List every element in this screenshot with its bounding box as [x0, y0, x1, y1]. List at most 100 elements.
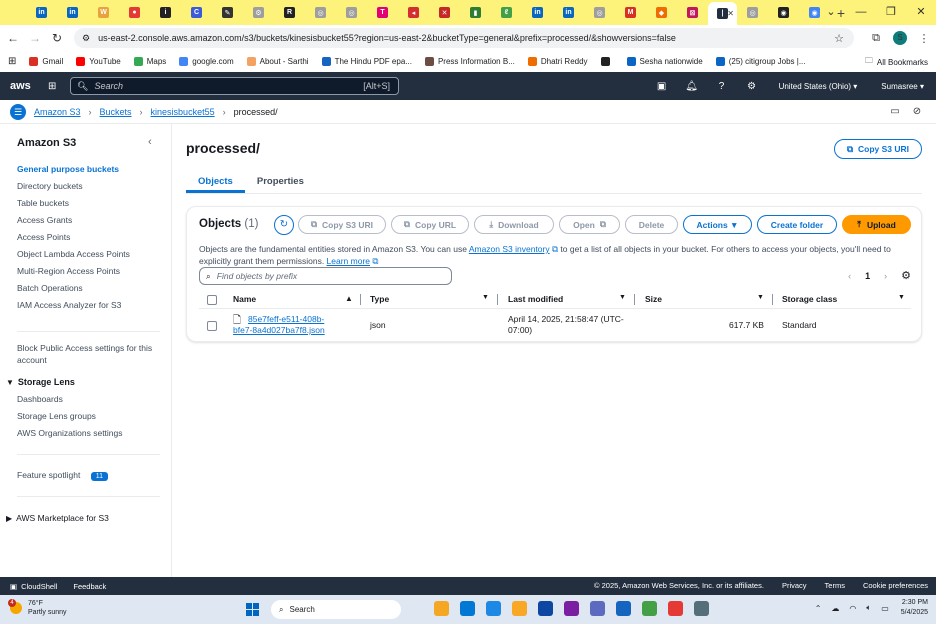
taskbar-app-icon[interactable]	[434, 601, 449, 616]
upload-button[interactable]: ⤒ Upload	[842, 215, 911, 234]
tab-objects[interactable]: Objects	[186, 168, 245, 193]
bookmark-item[interactable]: google.com	[179, 56, 234, 66]
sidebar-item-block-public-access[interactable]: Block Public Access settings for this ac…	[17, 342, 162, 366]
bookmark-item[interactable]: Gmail	[29, 56, 63, 66]
sort-asc-icon[interactable]: ▲	[345, 294, 353, 303]
bookmark-item[interactable]: Dhatri Reddy	[527, 56, 588, 66]
sidebar-item-dashboards[interactable]: Dashboards	[17, 394, 63, 404]
weather-widget[interactable]: 4 76°F Partly sunny	[8, 599, 67, 617]
minimize-icon[interactable]: —	[846, 0, 876, 25]
breadcrumb-buckets[interactable]: Buckets	[100, 107, 132, 117]
create-folder-button[interactable]: Create folder	[757, 215, 837, 234]
notifications-bell-icon[interactable]: 🔔︎	[677, 81, 707, 92]
browser-tab[interactable]: ●	[119, 3, 150, 23]
sidebar-item-access-grants[interactable]: Access Grants	[17, 215, 72, 225]
close-window-icon[interactable]: ✕	[906, 0, 936, 25]
taskbar-app-icon[interactable]	[460, 601, 475, 616]
bookmark-item[interactable]: Sesha nationwide	[626, 56, 703, 66]
row-checkbox[interactable]	[207, 321, 217, 331]
cookie-preferences-link[interactable]: Cookie preferences	[863, 581, 928, 590]
browser-tab[interactable]: M	[615, 3, 646, 23]
cloudshell-link[interactable]: ▣ CloudShell	[10, 582, 57, 591]
terms-link[interactable]: Terms	[825, 581, 845, 590]
browser-tab[interactable]: in	[26, 3, 57, 23]
copy-s3-uri-button-disabled[interactable]: ⧉ Copy S3 URI	[298, 215, 386, 234]
clock[interactable]: 2:30 PM 5/4/2025	[901, 598, 928, 618]
browser-tab[interactable]: ◉	[768, 3, 799, 23]
taskbar-app-icon[interactable]	[694, 601, 709, 616]
bookmark-item[interactable]: (25) citigroup Jobs |...	[715, 56, 805, 66]
breadcrumb-bucket[interactable]: kinesisbucket55	[151, 107, 215, 117]
bookmark-item[interactable]: About - Sarthi	[246, 56, 309, 66]
user-menu[interactable]: Sumasree ▾	[881, 82, 924, 91]
recent-icon[interactable]: ⊘	[906, 106, 928, 117]
back-icon[interactable]: ←	[2, 31, 24, 45]
bookmark-star-icon[interactable]: ☆	[834, 32, 844, 45]
download-button[interactable]: ⤓ Download	[474, 215, 554, 234]
sidebar-item-object-lambda-access-points[interactable]: Object Lambda Access Points	[17, 249, 130, 259]
sidebar-item-general-purpose-buckets[interactable]: General purpose buckets	[17, 164, 119, 174]
column-name[interactable]: Name	[233, 294, 256, 304]
copy-s3-uri-button[interactable]: ⧉ Copy S3 URI	[834, 139, 922, 159]
sidebar-item-table-buckets[interactable]: Table buckets	[17, 198, 69, 208]
find-objects-input[interactable]: ⌕ Find objects by prefix	[199, 267, 452, 285]
browser-tab[interactable]: ◎	[584, 3, 615, 23]
aws-logo[interactable]: aws	[10, 80, 40, 92]
browser-tab[interactable]: ⚙	[243, 3, 274, 23]
bookmark-item[interactable]: Press Information B...	[424, 56, 515, 66]
close-sidebar-icon[interactable]: ‹	[148, 136, 152, 148]
browser-tab[interactable]: T	[367, 3, 398, 23]
battery-icon[interactable]: ▭	[881, 604, 889, 613]
close-tab-icon[interactable]: ✕	[727, 9, 734, 18]
sidebar-item-feature-spotlight[interactable]: Feature spotlight 11	[17, 470, 108, 481]
sort-icon[interactable]: ▼	[482, 294, 489, 301]
actions-dropdown[interactable]: Actions ▼	[683, 215, 752, 234]
prev-page-icon[interactable]: ‹	[848, 271, 851, 281]
forward-icon[interactable]: →	[24, 31, 46, 45]
apps-icon[interactable]: ⊞	[8, 56, 16, 67]
page-number[interactable]: 1	[865, 271, 870, 281]
sidebar-item-batch-operations[interactable]: Batch Operations	[17, 283, 83, 293]
browser-tab[interactable]: W	[88, 3, 119, 23]
refresh-button[interactable]: ↻	[274, 215, 294, 235]
address-bar[interactable]: ⚙ us-east-2.console.aws.amazon.com/s3/bu…	[74, 28, 854, 48]
breadcrumb-amazon-s3[interactable]: Amazon S3	[34, 107, 81, 117]
onedrive-icon[interactable]: ☁	[831, 604, 839, 613]
site-info-icon[interactable]: ⚙	[82, 33, 90, 44]
bookmark-item[interactable]: Maps	[133, 56, 166, 66]
browser-tab[interactable]: ◎	[336, 3, 367, 23]
region-selector[interactable]: United States (Ohio) ▾	[779, 82, 858, 91]
delete-button[interactable]: Delete	[625, 215, 678, 234]
column-size[interactable]: Size	[645, 294, 662, 304]
windows-start-icon[interactable]	[246, 603, 259, 616]
inventory-link[interactable]: Amazon S3 inventory	[469, 244, 550, 254]
browser-tab[interactable]: ◎	[737, 3, 768, 23]
settings-gear-icon[interactable]: ⚙	[737, 81, 767, 92]
select-all-checkbox[interactable]	[207, 295, 217, 305]
bookmark-item[interactable]: YouTube	[76, 56, 121, 66]
cloudshell-icon[interactable]: ▣	[647, 81, 677, 92]
all-bookmarks[interactable]: 🗀 All Bookmarks	[865, 55, 928, 69]
sidebar-section-storage-lens[interactable]: ▼ Storage Lens	[6, 377, 75, 387]
taskbar-app-icon[interactable]	[642, 601, 657, 616]
learn-more-link[interactable]: Learn more	[327, 256, 370, 266]
next-page-icon[interactable]: ›	[884, 271, 887, 281]
browser-tab[interactable]: in	[57, 3, 88, 23]
open-button[interactable]: Open ⧉	[559, 215, 620, 234]
hamburger-menu-icon[interactable]: ☰	[10, 103, 26, 120]
sidebar-item-multi-region-access-points[interactable]: Multi-Region Access Points	[17, 266, 120, 276]
taskbar-search[interactable]: ⌕ Search	[271, 600, 401, 619]
object-name-link[interactable]: 85e7feff-e511-408b- bfe7-8a4d027ba7f8.js…	[233, 314, 353, 336]
browser-tab[interactable]: ◆	[646, 3, 677, 23]
extensions-icon[interactable]: ⧉	[864, 32, 888, 45]
sidebar-item-access-points[interactable]: Access Points	[17, 232, 70, 242]
privacy-link[interactable]: Privacy	[782, 581, 807, 590]
column-last-modified[interactable]: Last modified	[508, 294, 563, 304]
bookmark-item[interactable]: The Hindu PDF epa...	[321, 56, 412, 66]
sort-icon[interactable]: ▼	[757, 294, 764, 301]
column-type[interactable]: Type	[370, 294, 389, 304]
taskbar-app-icon[interactable]	[616, 601, 631, 616]
services-grid-icon[interactable]: ⊞	[48, 81, 56, 92]
sidebar-section-marketplace[interactable]: ▶ AWS Marketplace for S3	[6, 513, 109, 523]
taskbar-app-icon[interactable]	[668, 601, 683, 616]
